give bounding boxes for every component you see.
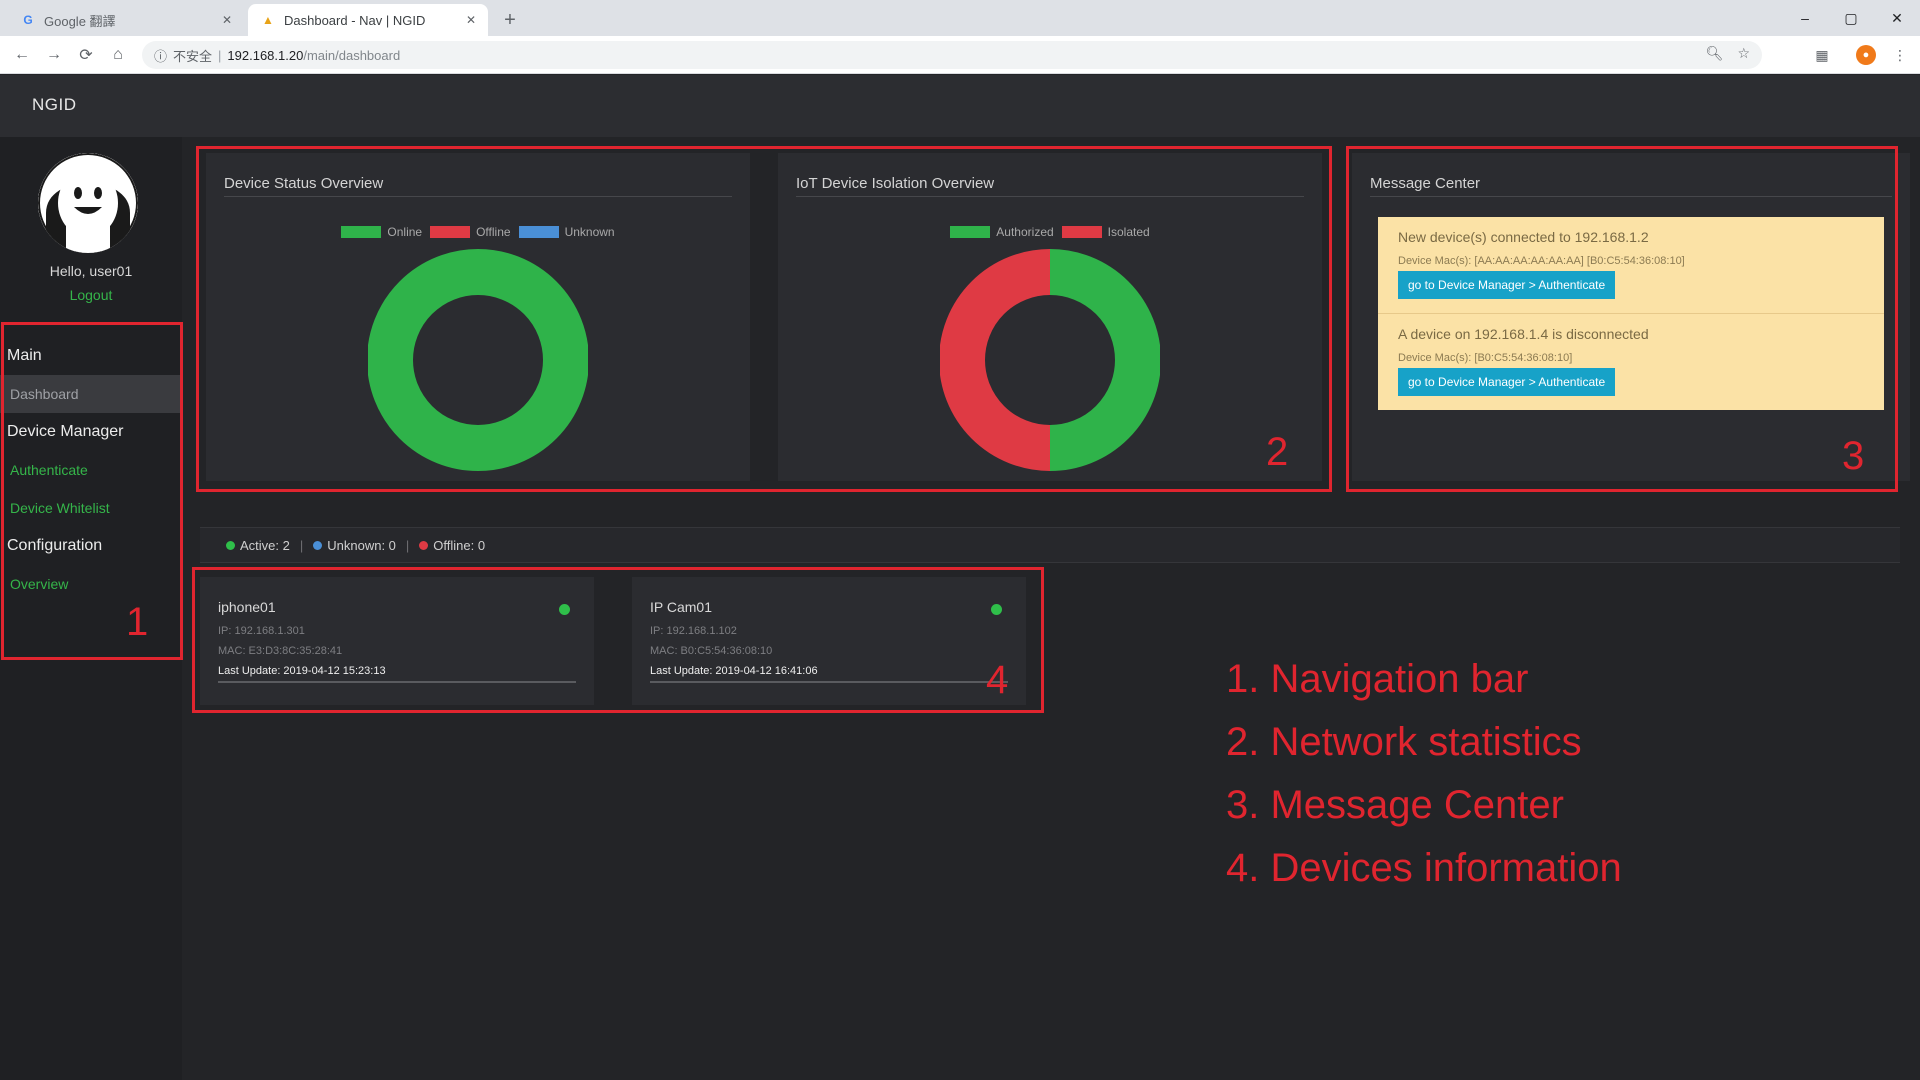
maximize-button[interactable]: ▢ [1828, 4, 1874, 32]
annotation-number: 1 [126, 600, 149, 644]
bookmark-star-icon[interactable]: ☆ [1737, 45, 1750, 62]
warning-icon: ▲ [262, 13, 274, 27]
tab-close-icon[interactable]: ✕ [222, 13, 232, 27]
status-label: Unknown: 0 [327, 537, 396, 553]
browser-tab-strip: G Google 翻譯 ✕ ▲ Dashboard - Nav | NGID ✕… [0, 0, 1920, 36]
profile-avatar-icon[interactable]: ● [1856, 45, 1876, 65]
brand-logo[interactable]: NGID [32, 95, 77, 115]
info-icon[interactable]: ⓘ [154, 46, 167, 65]
user-greeting: Hello, user01 [49, 263, 133, 279]
address-divider: | [218, 47, 222, 63]
logout-link[interactable]: Logout [0, 287, 182, 303]
annotation-legend-item: 4. Devices information [1226, 846, 1622, 890]
reload-icon[interactable]: ⟳ [74, 43, 98, 67]
annotation-number: 4 [986, 658, 1009, 702]
browser-toolbar: ← → ⟳ ⌂ ⓘ 不安全 | 192.168.1.20 /main/dashb… [0, 36, 1920, 74]
annotation-box-statistics [196, 146, 1332, 492]
zoom-icon[interactable]: 🔍︎ [1706, 45, 1724, 62]
annotation-box-devices [192, 567, 1044, 713]
status-divider: | [299, 537, 304, 553]
annotation-number: 2 [1266, 430, 1289, 474]
status-dot [313, 540, 323, 550]
annotation-box-navigation [1, 322, 183, 660]
status-dot [419, 540, 429, 550]
annotation-legend-item: 3. Message Center [1226, 783, 1564, 827]
tab-close-icon[interactable]: ✕ [466, 13, 476, 27]
forward-arrow-icon[interactable]: → [42, 43, 66, 67]
annotation-legend: 1. Navigation bar 2. Network statistics … [1226, 648, 1622, 900]
tab-title: Google 翻譯 [44, 13, 116, 29]
extension-icon[interactable]: ▦ [1812, 45, 1832, 65]
home-icon[interactable]: ⌂ [106, 43, 130, 67]
back-arrow-icon[interactable]: ← [10, 43, 34, 67]
google-translate-icon: G [23, 13, 33, 27]
annotation-legend-item: 2. Network statistics [1226, 720, 1582, 764]
status-unknown[interactable]: Unknown: 0 [313, 538, 396, 553]
address-host: 192.168.1.20 [227, 47, 304, 63]
address-bar[interactable]: ⓘ 不安全 | 192.168.1.20 /main/dashboard 🔍︎ … [142, 41, 1762, 69]
avatar-face-icon [38, 153, 138, 253]
tab-title: Dashboard - Nav | NGID [284, 12, 426, 28]
status-active[interactable]: Active: 2 [226, 538, 290, 553]
address-path: /main/dashboard [303, 47, 401, 63]
app-header: NGID [0, 75, 1920, 137]
status-dot [226, 540, 235, 550]
avatar [38, 153, 138, 253]
status-label: Active: 2 [240, 537, 290, 553]
browser-menu-icon[interactable]: ⋮ [1890, 45, 1910, 65]
not-secure-label: 不安全 [173, 48, 213, 64]
annotation-box-message-center [1346, 146, 1898, 492]
device-status-summary: Active: 2 | Unknown: 0 | Offline: 0 [200, 527, 1900, 563]
annotation-legend-item: 1. Navigation bar [1226, 657, 1529, 701]
browser-tab-google-translate[interactable]: G Google 翻譯 ✕ [8, 4, 244, 36]
status-offline[interactable]: Offline: 0 [419, 538, 485, 553]
annotation-number: 3 [1842, 434, 1865, 478]
new-tab-button[interactable]: + [498, 8, 522, 32]
close-window-button[interactable]: ✕ [1874, 4, 1920, 32]
status-divider: | [405, 537, 410, 553]
minimize-button[interactable]: – [1782, 4, 1828, 32]
status-label: Offline: 0 [433, 537, 486, 553]
browser-tab-dashboard[interactable]: ▲ Dashboard - Nav | NGID ✕ [248, 4, 488, 36]
